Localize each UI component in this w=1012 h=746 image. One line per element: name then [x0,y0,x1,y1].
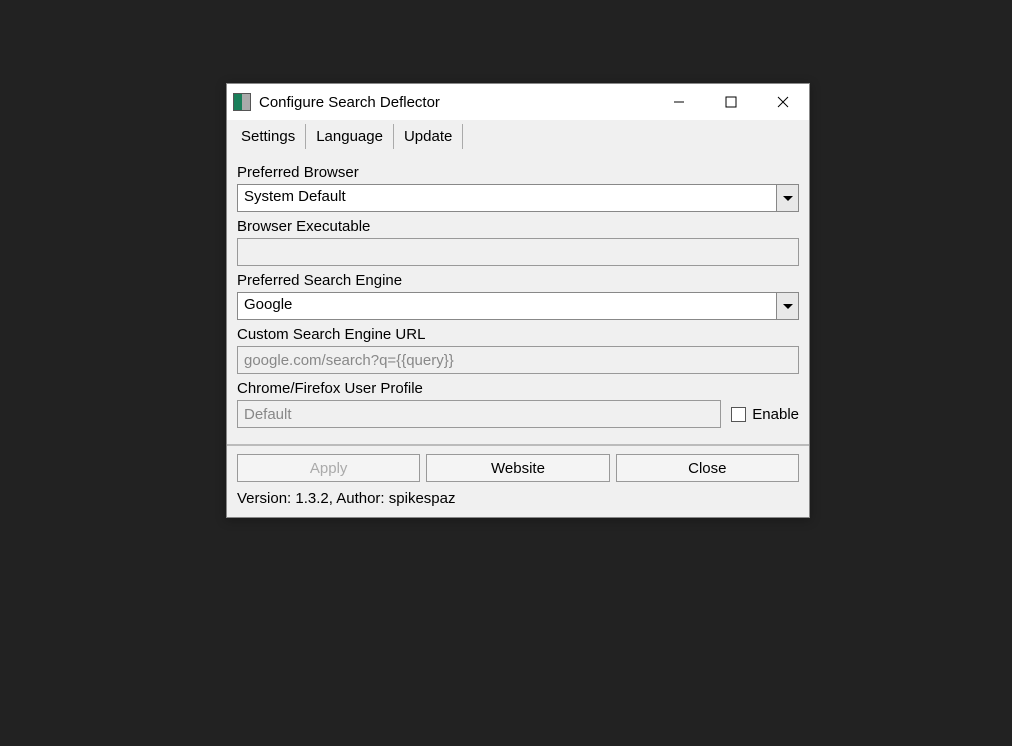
chevron-down-icon [776,293,798,319]
preferred-search-engine-select[interactable]: Google [237,292,799,320]
button-row: Apply Website Close [227,446,809,486]
version-author-text: Version: 1.3.2, Author: spikespaz [227,486,809,517]
user-profile-label: Chrome/Firefox User Profile [237,380,799,397]
browser-executable-input [237,238,799,266]
tab-bar: Settings Language Update [227,120,809,150]
website-button[interactable]: Website [426,454,609,482]
preferred-search-engine-value: Google [238,293,776,319]
tab-language[interactable]: Language [306,124,394,149]
user-profile-input [237,400,721,428]
app-icon [233,93,251,111]
close-window-button[interactable] [757,84,809,120]
browser-executable-label: Browser Executable [237,218,799,235]
content-area: Settings Language Update Preferred Brows… [227,120,809,517]
chevron-down-icon [776,185,798,211]
maximize-button[interactable] [705,84,757,120]
enable-checkbox-wrap[interactable]: Enable [731,406,799,423]
enable-label: Enable [752,406,799,423]
window-title: Configure Search Deflector [259,94,440,111]
settings-form: Preferred Browser System Default Browser… [227,150,809,432]
tab-update[interactable]: Update [394,124,463,149]
user-profile-row: Enable [237,400,799,428]
enable-checkbox[interactable] [731,407,746,422]
custom-search-url-input [237,346,799,374]
tab-settings[interactable]: Settings [231,124,306,149]
preferred-search-engine-label: Preferred Search Engine [237,272,799,289]
close-button[interactable]: Close [616,454,799,482]
apply-button[interactable]: Apply [237,454,420,482]
custom-search-url-label: Custom Search Engine URL [237,326,799,343]
preferred-browser-select[interactable]: System Default [237,184,799,212]
preferred-browser-value: System Default [238,185,776,211]
preferred-browser-label: Preferred Browser [237,164,799,181]
titlebar: Configure Search Deflector [227,84,809,120]
minimize-button[interactable] [653,84,705,120]
app-window: Configure Search Deflector Settings Lang… [226,83,810,518]
